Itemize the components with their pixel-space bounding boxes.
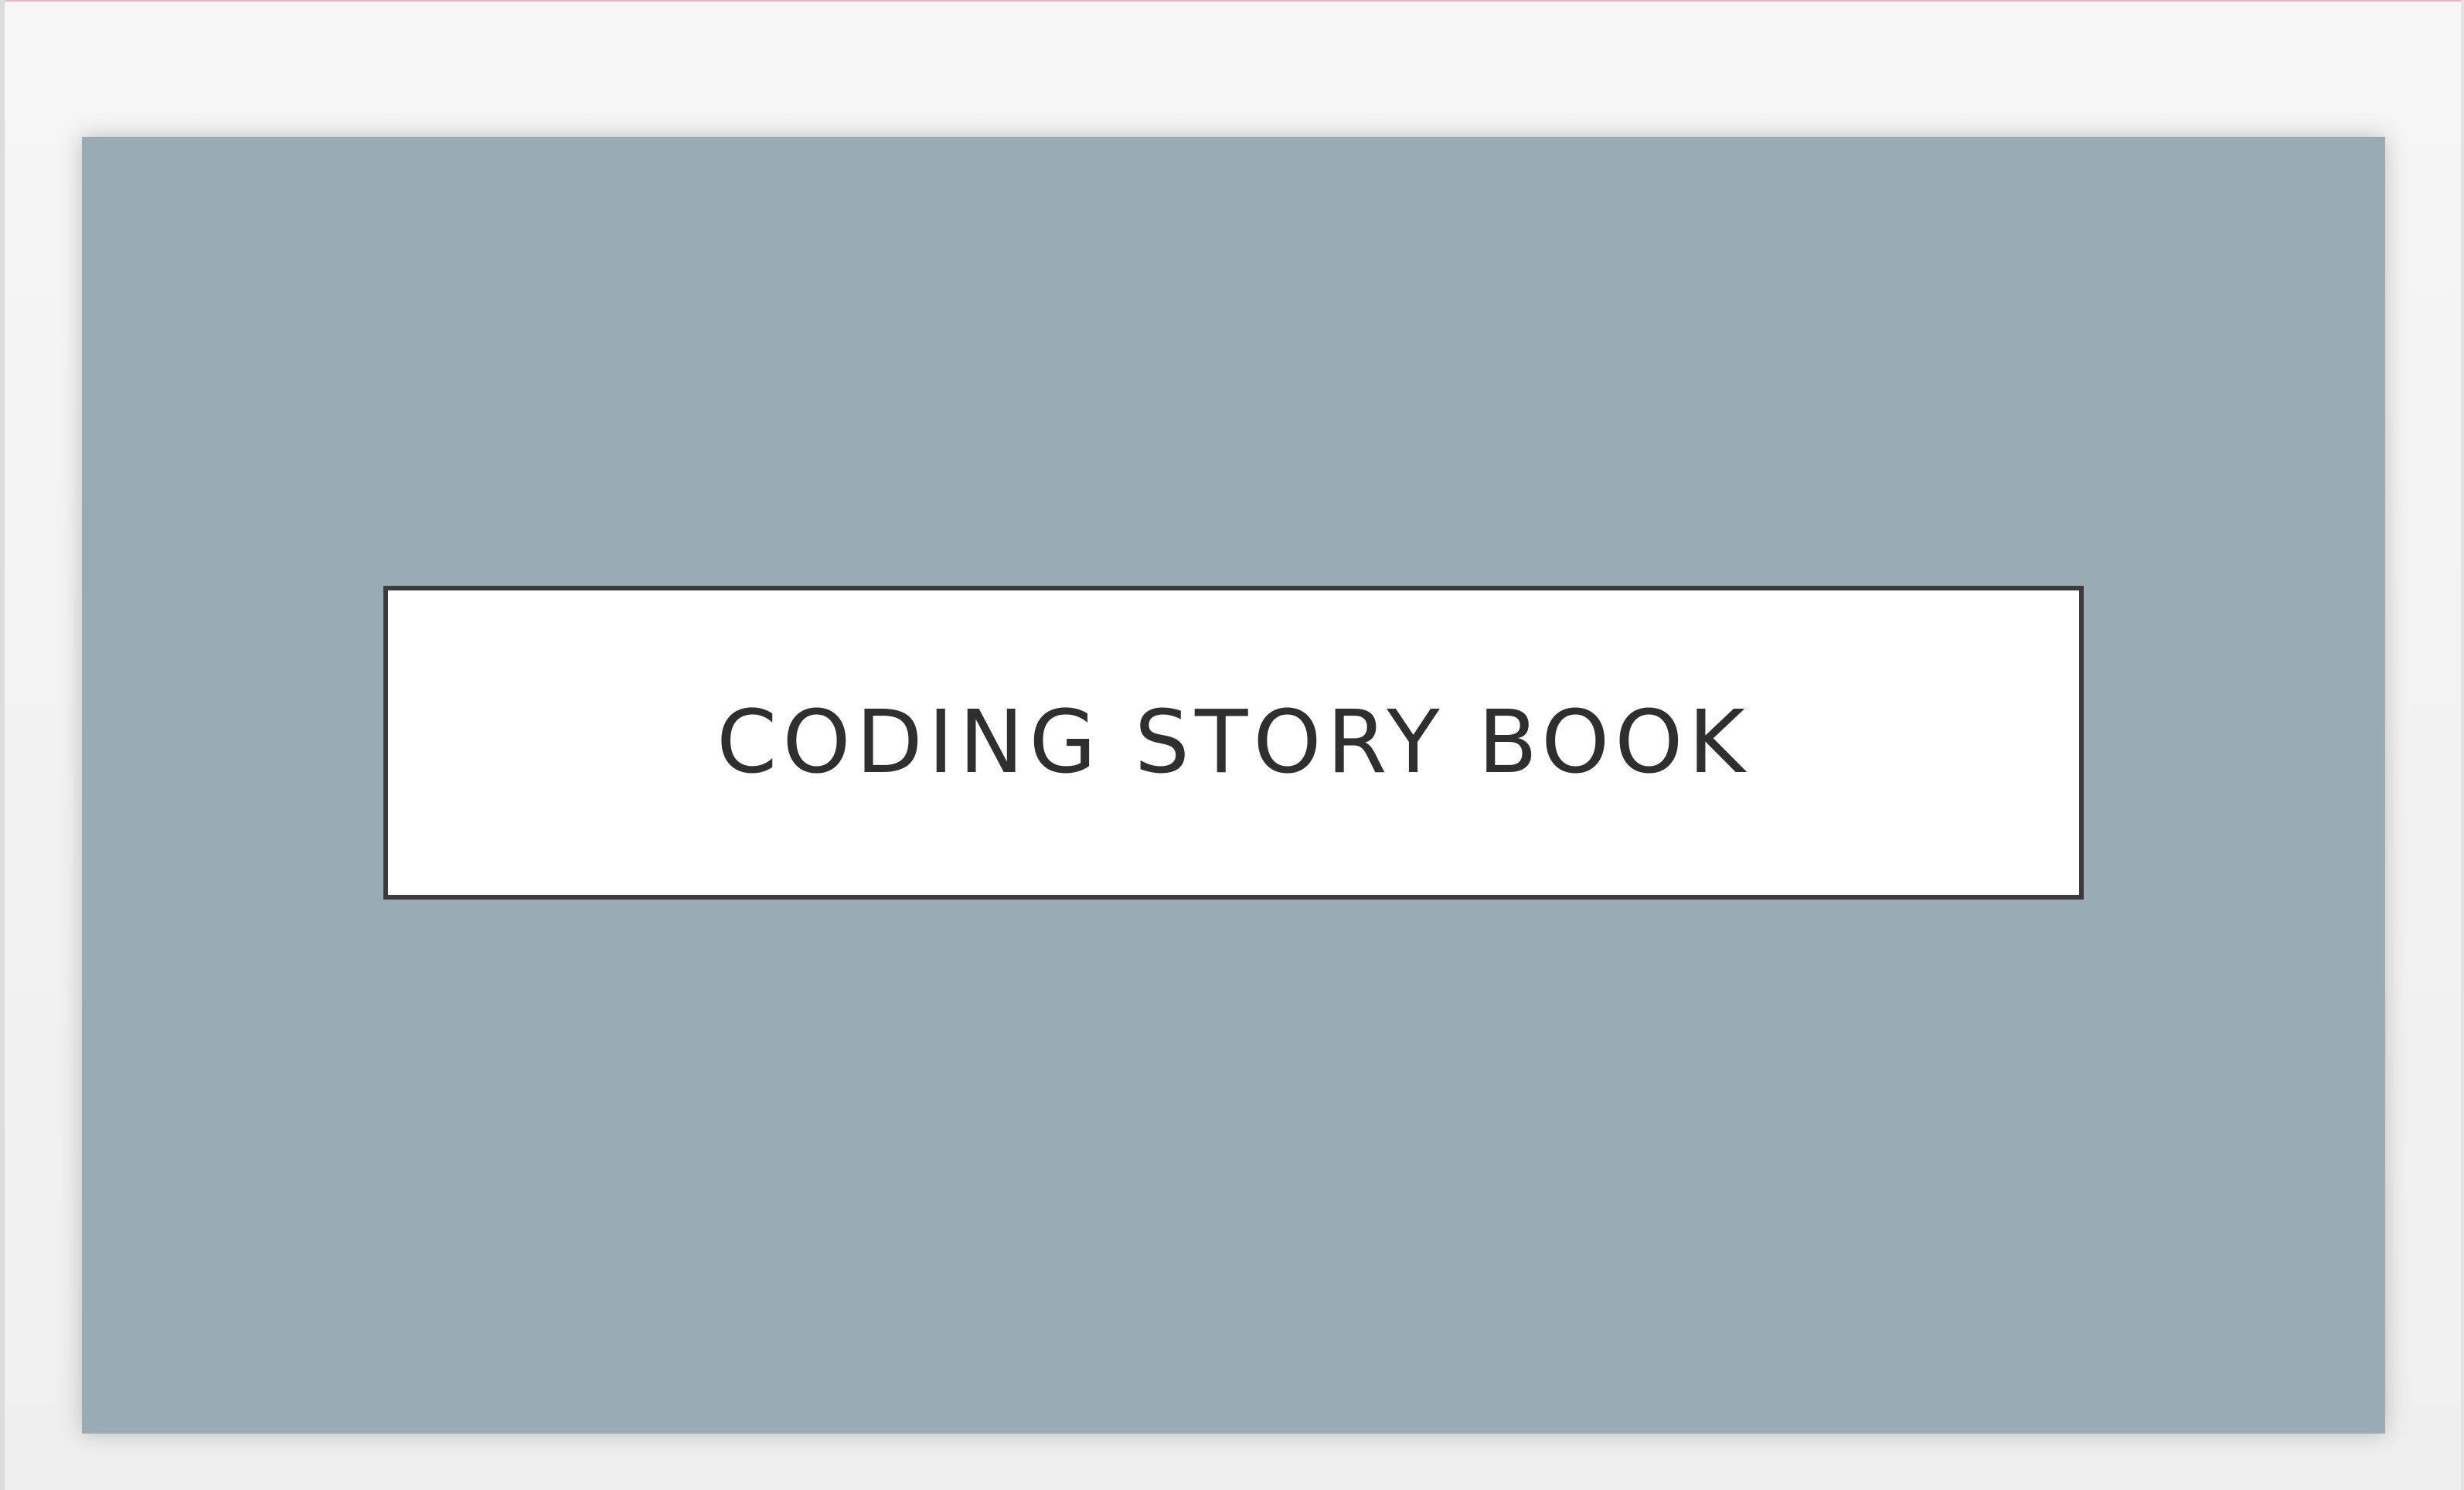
- slide-title[interactable]: CODING STORY BOOK: [716, 699, 1751, 786]
- window-top-accent: [0, 0, 2464, 2]
- workspace-left-edge: [0, 0, 5, 1490]
- slide-canvas[interactable]: CODING STORY BOOK: [82, 137, 2385, 1434]
- editor-workspace: CODING STORY BOOK: [0, 0, 2464, 1490]
- title-placeholder[interactable]: CODING STORY BOOK: [383, 586, 2084, 900]
- workspace-right-edge: [2461, 0, 2464, 1490]
